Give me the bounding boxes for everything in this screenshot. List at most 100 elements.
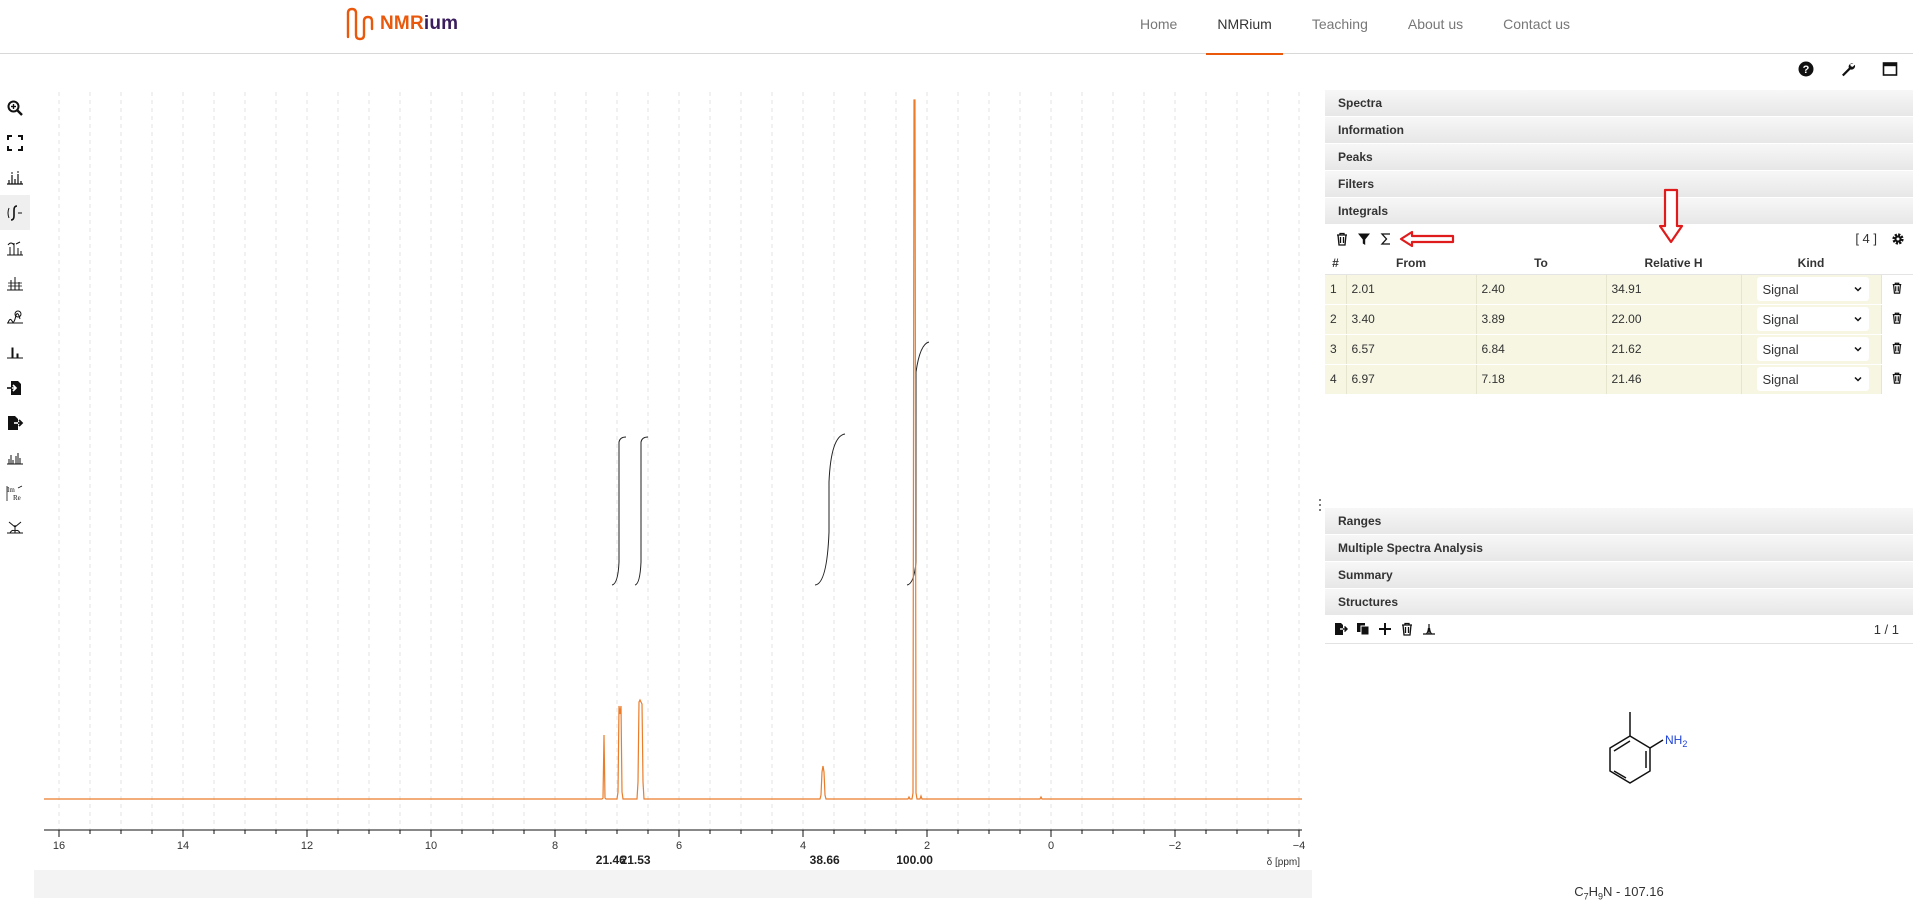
- integral-to[interactable]: 7.18: [1476, 364, 1606, 394]
- export-icon: [6, 414, 24, 432]
- col-index: #: [1325, 252, 1346, 274]
- integral-row[interactable]: 12.012.4034.91Signal: [1325, 274, 1913, 304]
- delete-structure-button[interactable]: [1396, 618, 1418, 640]
- integral-row[interactable]: 23.403.8922.00Signal: [1325, 304, 1913, 334]
- baseline-tool[interactable]: [0, 300, 30, 335]
- real-imaginary-tool[interactable]: ImRe: [0, 475, 30, 510]
- integrals-table-body: 12.012.4034.91Signal23.403.8922.00Signal…: [1325, 274, 1913, 394]
- integral-relative-h[interactable]: 22.00: [1606, 304, 1741, 334]
- panel-peaks-header[interactable]: Peaks: [1325, 144, 1913, 171]
- general-toolbar: ?: [1797, 60, 1899, 78]
- panel-splitter-handle[interactable]: [1318, 495, 1322, 515]
- col-relative-h[interactable]: Relative H: [1606, 252, 1741, 274]
- panel-summary-header[interactable]: Summary: [1325, 562, 1913, 589]
- integral-row[interactable]: 46.977.1821.46Signal: [1325, 364, 1913, 394]
- wrench-icon[interactable]: [1839, 60, 1857, 78]
- x-tick-label: 6: [676, 840, 682, 852]
- nav-contact-us[interactable]: Contact us: [1483, 0, 1590, 54]
- kind-select-value: Signal: [1763, 342, 1799, 357]
- col-to[interactable]: To: [1476, 252, 1606, 274]
- chevron-down-icon: [1853, 314, 1863, 324]
- panel-integrals-header[interactable]: Integrals: [1325, 198, 1913, 225]
- kind-select-value: Signal: [1763, 312, 1799, 327]
- integral-to[interactable]: 3.89: [1476, 304, 1606, 334]
- nav-home[interactable]: Home: [1120, 0, 1197, 54]
- integral-from[interactable]: 2.01: [1346, 274, 1476, 304]
- sigma-icon: [1379, 232, 1393, 246]
- kind-select[interactable]: Signal: [1757, 277, 1869, 301]
- peak-picking-tool[interactable]: [0, 160, 30, 195]
- panel-spectra-header[interactable]: Spectra: [1325, 90, 1913, 117]
- trash-icon[interactable]: [1891, 372, 1903, 384]
- delete-integrals-button[interactable]: [1331, 228, 1353, 250]
- kind-select[interactable]: Signal: [1757, 367, 1869, 391]
- chevron-down-icon: [1853, 374, 1863, 384]
- integral-curve-1[interactable]: [612, 437, 626, 585]
- add-structure-button[interactable]: [1374, 618, 1396, 640]
- integral-curves[interactable]: [612, 342, 929, 585]
- integral-from[interactable]: 3.40: [1346, 304, 1476, 334]
- integral-from[interactable]: 6.57: [1346, 334, 1476, 364]
- col-from[interactable]: From: [1346, 252, 1476, 274]
- range-picking-tool[interactable]: [0, 265, 30, 300]
- integral-from[interactable]: 6.97: [1346, 364, 1476, 394]
- multiplet-icon: [6, 449, 24, 467]
- right-panel: Spectra Information Peaks Filters Integr…: [1325, 90, 1913, 898]
- integral-curve-2[interactable]: [635, 437, 648, 585]
- integral-relative-h[interactable]: 21.46: [1606, 364, 1741, 394]
- integral-relative-h[interactable]: 21.62: [1606, 334, 1741, 364]
- panel-filters-header[interactable]: Filters: [1325, 171, 1913, 198]
- import-icon: [6, 379, 24, 397]
- spectrum-viewer[interactable]: 1614121086420−2−4 δ [ppm] 21.4621.5338.6…: [34, 92, 1312, 870]
- integral-tool[interactable]: [0, 195, 30, 230]
- kind-select[interactable]: Signal: [1757, 307, 1869, 331]
- kind-select[interactable]: Signal: [1757, 337, 1869, 361]
- phase-tool[interactable]: [0, 335, 30, 370]
- predict-spectrum-button[interactable]: [1418, 618, 1440, 640]
- fit-tool[interactable]: [0, 125, 30, 160]
- integral-relative-h[interactable]: 34.91: [1606, 274, 1741, 304]
- structure-viewer[interactable]: NH2 C7H9N - 107.16: [1325, 644, 1913, 899]
- integral-index: 3: [1325, 334, 1346, 364]
- panel-structures-header[interactable]: Structures: [1325, 589, 1913, 616]
- panel-multiple-spectra-analysis-header[interactable]: Multiple Spectra Analysis: [1325, 535, 1913, 562]
- integral-to[interactable]: 2.40: [1476, 274, 1606, 304]
- x-tick-label: 8: [552, 840, 558, 852]
- export-tool[interactable]: [0, 405, 30, 440]
- trash-icon[interactable]: [1891, 342, 1903, 354]
- help-icon[interactable]: ?: [1797, 60, 1815, 78]
- nav-about-us[interactable]: About us: [1388, 0, 1483, 54]
- integral-to[interactable]: 6.84: [1476, 334, 1606, 364]
- integrals-settings-button[interactable]: [1887, 228, 1909, 250]
- zoom-tool[interactable]: [0, 90, 30, 125]
- nav-nmrium[interactable]: NMRium: [1197, 0, 1291, 54]
- sum-integrals-button[interactable]: [1375, 228, 1397, 250]
- spectrum-footer: [34, 870, 1312, 898]
- trash-icon[interactable]: [1891, 312, 1903, 324]
- integral-row[interactable]: 36.576.8421.62 Signal: [1325, 334, 1913, 364]
- col-kind[interactable]: Kind: [1741, 252, 1881, 274]
- zone-picking-tool[interactable]: [0, 230, 30, 265]
- window-icon[interactable]: [1881, 60, 1899, 78]
- trash-icon[interactable]: [1891, 282, 1903, 294]
- integral-curve-4[interactable]: [907, 342, 929, 585]
- panel-information-header[interactable]: Information: [1325, 117, 1913, 144]
- nmrium-logo-icon: [346, 7, 376, 41]
- nmrium-logo[interactable]: NMRium: [346, 6, 458, 42]
- x-tick-label: −2: [1169, 840, 1182, 852]
- nav-teaching[interactable]: Teaching: [1292, 0, 1388, 54]
- structures-toolbar: 1 / 1: [1325, 616, 1913, 644]
- svg-text:?: ?: [1803, 64, 1810, 76]
- zone-picking-icon: [6, 239, 24, 257]
- structure-page-indicator: 1 / 1: [1874, 622, 1899, 637]
- panel-ranges-header[interactable]: Ranges: [1325, 508, 1913, 535]
- multiplet-tool[interactable]: [0, 440, 30, 475]
- export-structure-button[interactable]: [1330, 618, 1352, 640]
- filter-integrals-button[interactable]: [1353, 228, 1375, 250]
- apodization-tool[interactable]: [0, 510, 30, 545]
- integral-curve-3[interactable]: [815, 434, 845, 585]
- delete-integral-cell: [1881, 334, 1913, 364]
- copy-structure-button[interactable]: [1352, 618, 1374, 640]
- plus-icon: [1378, 622, 1392, 636]
- import-tool[interactable]: [0, 370, 30, 405]
